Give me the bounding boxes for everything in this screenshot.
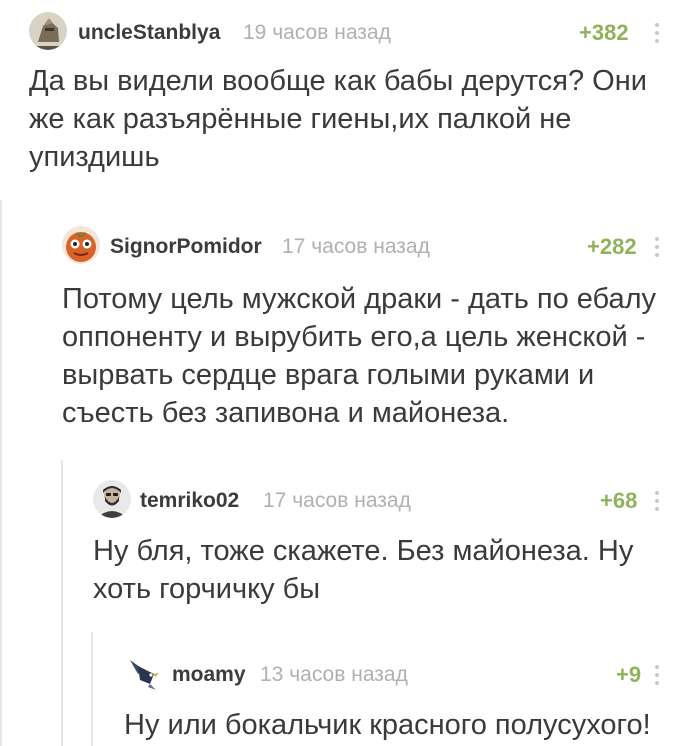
username[interactable]: uncleStanblya (78, 21, 220, 45)
timestamp: 17 часов назад (282, 235, 430, 258)
bearded-man-avatar-icon[interactable] (93, 480, 131, 518)
tomato-face-avatar-icon[interactable] (62, 226, 100, 264)
comment-text: Потому цель мужской драки - дать по ебал… (62, 283, 657, 429)
knight-avatar-icon[interactable] (29, 12, 67, 50)
more-options-icon[interactable] (654, 237, 660, 259)
bird-avatar-icon[interactable] (124, 654, 162, 692)
thread-line[interactable] (91, 632, 93, 746)
comment: SignorPomidor 17 часов назад +282 Потому… (62, 226, 679, 432)
more-options-icon[interactable] (654, 491, 660, 513)
comment-header: moamy 13 часов назад +9 (124, 654, 679, 694)
rating: +68 (600, 488, 638, 513)
timestamp: 19 часов назад (243, 21, 391, 44)
comment: moamy 13 часов назад +9 Ну или бокальчик… (124, 654, 679, 744)
more-options-icon[interactable] (654, 665, 660, 687)
comment: uncleStanblya 19 часов назад +382 Да вы … (29, 12, 679, 176)
comment-text: Ну бля, тоже скажете. Без майонеза. Ну х… (93, 535, 634, 605)
comment: temriko02 17 часов назад +68 Ну бля, тож… (93, 480, 679, 608)
comment-header: temriko02 17 часов назад +68 (93, 480, 679, 520)
rating: +282 (587, 234, 637, 259)
comment-header: uncleStanblya 19 часов назад +382 (29, 12, 679, 52)
username[interactable]: moamy (172, 663, 246, 687)
comment-text: Да вы видели вообще как бабы дерутся? Он… (29, 65, 647, 173)
thread-line[interactable] (0, 200, 2, 746)
rating: +9 (616, 662, 642, 687)
comment-header: SignorPomidor 17 часов назад +282 (62, 226, 679, 266)
timestamp: 13 часов назад (260, 663, 408, 686)
timestamp: 17 часов назад (263, 489, 411, 512)
username[interactable]: SignorPomidor (110, 235, 262, 259)
comment-text: Ну или бокальчик красного полусухого! (124, 709, 651, 741)
more-options-icon[interactable] (654, 23, 660, 45)
thread-line[interactable] (61, 460, 63, 746)
username[interactable]: temriko02 (140, 489, 239, 513)
rating: +382 (579, 20, 629, 45)
